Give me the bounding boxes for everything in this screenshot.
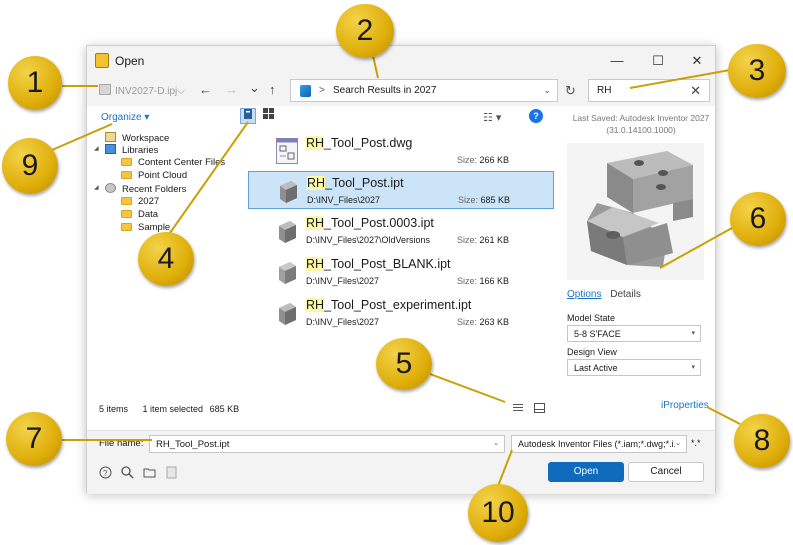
callout-4: 4 (138, 232, 194, 286)
leader-line-4 (164, 121, 249, 241)
callout-7: 7 (6, 412, 62, 466)
callout-5: 5 (376, 338, 432, 390)
callout-6: 6 (730, 192, 786, 246)
leader-line-5 (429, 373, 506, 403)
callout-8: 8 (734, 414, 790, 468)
callout-10: 10 (468, 484, 528, 542)
callout-leader-lines (51, 41, 741, 487)
leader-line-6 (659, 227, 733, 269)
leader-line-10 (497, 449, 513, 487)
leader-line-3 (629, 69, 731, 89)
leader-line-9 (51, 123, 113, 151)
callout-9: 9 (2, 138, 58, 194)
callout-3: 3 (728, 44, 786, 98)
leader-line-8 (706, 406, 741, 425)
callout-1: 1 (8, 56, 62, 110)
callout-2: 2 (336, 4, 394, 58)
